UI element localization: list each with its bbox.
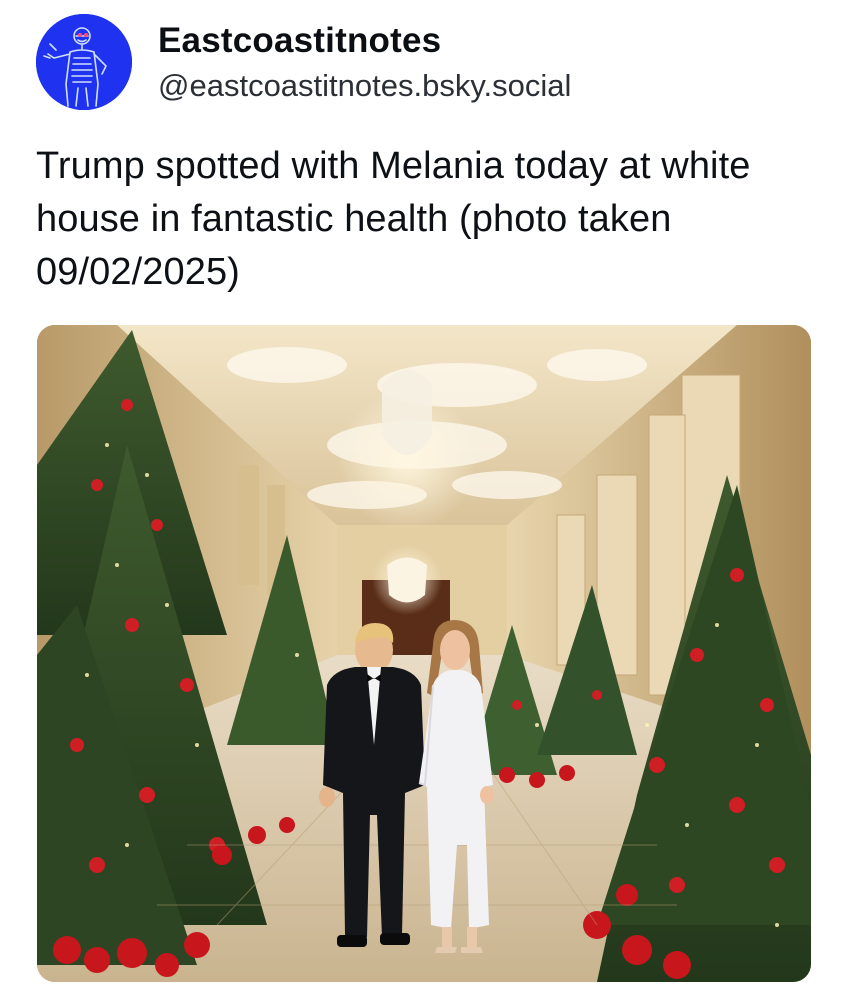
post-photo[interactable] bbox=[37, 325, 811, 982]
author-names: Eastcoastitnotes @eastcoastitnotes.bsky.… bbox=[158, 19, 571, 106]
author-avatar[interactable] bbox=[36, 14, 132, 110]
author-handle[interactable]: @eastcoastitnotes.bsky.social bbox=[158, 66, 571, 106]
photo-scene bbox=[37, 325, 811, 982]
avatar-figure-icon bbox=[36, 14, 132, 110]
author-display-name[interactable]: Eastcoastitnotes bbox=[158, 19, 571, 63]
post-text: Trump spotted with Melania today at whit… bbox=[36, 145, 751, 293]
post-header: Eastcoastitnotes @eastcoastitnotes.bsky.… bbox=[36, 14, 571, 110]
